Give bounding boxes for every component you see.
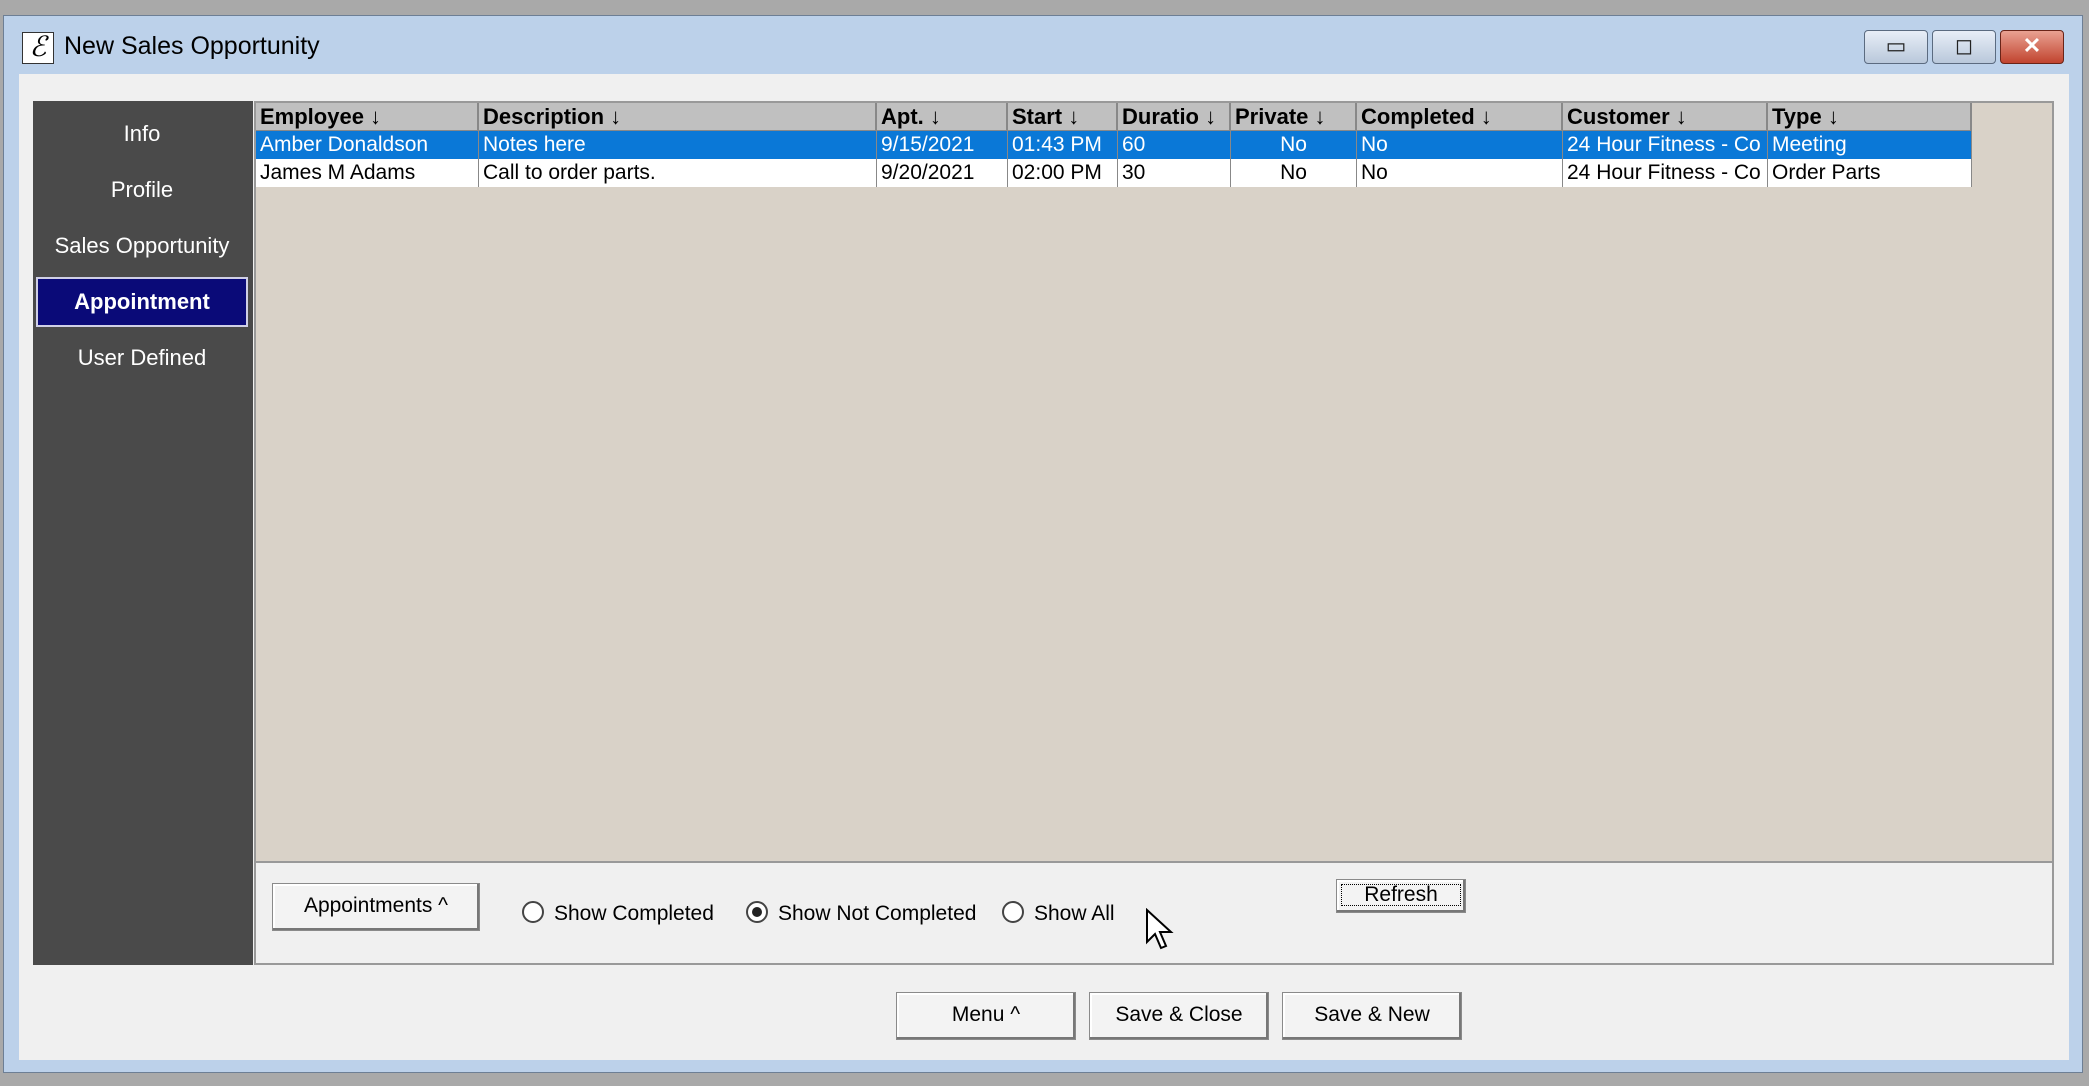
radio-show-all[interactable]: Show All [1002, 899, 1115, 929]
sidebar-item-info[interactable]: Info [36, 109, 248, 159]
cell-employee: James M Adams [256, 159, 479, 187]
radio-label: Show Not Completed [778, 902, 977, 925]
column-header-private[interactable]: Private ↓ [1231, 103, 1357, 131]
radio-unselected-icon [522, 901, 544, 923]
app-window: ℰ New Sales Opportunity ▭ ◻ ✕ Info Profi… [3, 15, 2083, 1073]
cell-start: 01:43 PM [1008, 131, 1118, 159]
radio-selected-icon [746, 901, 768, 923]
cell-type: Meeting [1768, 131, 1972, 159]
column-header-duration[interactable]: Duratio ↓ [1118, 103, 1231, 131]
cell-duration: 30 [1118, 159, 1231, 187]
sidebar-item-profile[interactable]: Profile [36, 165, 248, 215]
cell-apt: 9/15/2021 [877, 131, 1008, 159]
maximize-button[interactable]: ◻ [1932, 30, 1996, 64]
appointments-menu-button[interactable]: Appointments ^ [272, 883, 480, 931]
cell-start: 02:00 PM [1008, 159, 1118, 187]
refresh-label: Refresh [1341, 884, 1461, 906]
cell-completed: No [1357, 131, 1563, 159]
sidebar-item-user-defined[interactable]: User Defined [36, 333, 248, 383]
cell-description: Call to order parts. [479, 159, 877, 187]
radio-label: Show All [1034, 902, 1115, 925]
radio-label: Show Completed [554, 902, 714, 925]
column-header-completed[interactable]: Completed ↓ [1357, 103, 1563, 131]
sidebar-item-sales-opportunity[interactable]: Sales Opportunity [36, 221, 248, 271]
radio-unselected-icon [1002, 901, 1024, 923]
cell-customer: 24 Hour Fitness - Co [1563, 131, 1768, 159]
radio-show-not-completed[interactable]: Show Not Completed [746, 899, 976, 929]
client-area: Info Profile Sales Opportunity Appointme… [19, 74, 2069, 1060]
mouse-cursor-icon [1146, 908, 1174, 950]
title-bar[interactable]: ℰ New Sales Opportunity ▭ ◻ ✕ [4, 16, 2082, 74]
column-header-type[interactable]: Type ↓ [1768, 103, 1972, 131]
column-header-apt[interactable]: Apt. ↓ [877, 103, 1008, 131]
app-logo-icon: ℰ [22, 32, 54, 64]
column-header-customer[interactable]: Customer ↓ [1563, 103, 1768, 131]
cell-customer: 24 Hour Fitness - Co [1563, 159, 1768, 187]
column-header-employee[interactable]: Employee ↓ [256, 103, 479, 131]
cell-employee: Amber Donaldson [256, 131, 479, 159]
sidebar-item-appointment[interactable]: Appointment [36, 277, 248, 327]
menu-button[interactable]: Menu ^ [896, 992, 1076, 1040]
cell-private: No [1231, 131, 1357, 159]
radio-show-completed[interactable]: Show Completed [522, 899, 714, 929]
column-header-description[interactable]: Description ↓ [479, 103, 877, 131]
minimize-button[interactable]: ▭ [1864, 30, 1928, 64]
cell-description: Notes here [479, 131, 877, 159]
appointments-grid: Employee ↓ Description ↓ Apt. ↓ Start ↓ … [254, 101, 2054, 863]
cell-type: Order Parts [1768, 159, 1972, 187]
sidebar: Info Profile Sales Opportunity Appointme… [33, 101, 253, 965]
save-new-button[interactable]: Save & New [1282, 992, 1462, 1040]
refresh-button[interactable]: Refresh [1336, 879, 1466, 913]
window-title: New Sales Opportunity [64, 32, 320, 60]
close-button[interactable]: ✕ [2000, 30, 2064, 64]
cell-completed: No [1357, 159, 1563, 187]
cell-private: No [1231, 159, 1357, 187]
cell-duration: 60 [1118, 131, 1231, 159]
column-header-start[interactable]: Start ↓ [1008, 103, 1118, 131]
save-close-button[interactable]: Save & Close [1089, 992, 1269, 1040]
cell-apt: 9/20/2021 [877, 159, 1008, 187]
